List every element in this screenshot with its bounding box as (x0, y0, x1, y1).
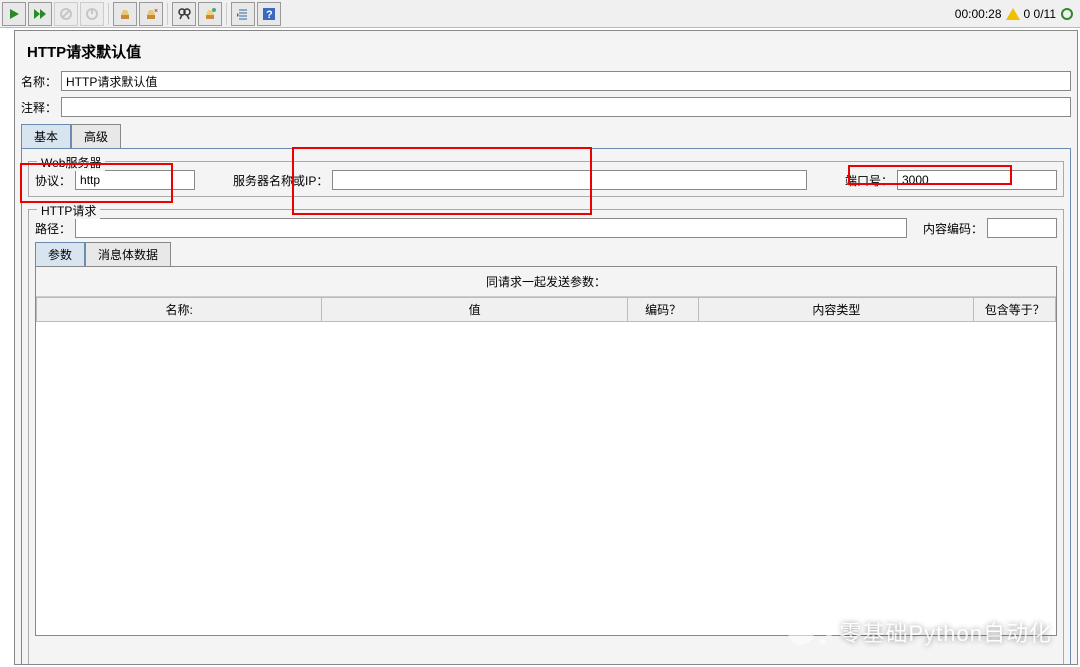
page-title: HTTP请求默认值 (15, 31, 1077, 68)
server-input[interactable] (332, 170, 807, 190)
encoding-input[interactable] (987, 218, 1057, 238)
web-server-legend: Web服务器 (37, 154, 105, 171)
svg-text:?: ? (266, 9, 273, 21)
run-loop-button[interactable] (28, 2, 52, 26)
col-encode[interactable]: 编码？ (628, 298, 699, 322)
thread-count: 0 0/11 (1024, 7, 1056, 21)
toolbar-separator (108, 3, 109, 25)
col-value[interactable]: 值 (322, 298, 628, 322)
col-include-equals[interactable]: 包含等于？ (974, 298, 1056, 322)
protocol-input[interactable] (75, 170, 195, 190)
watermark-text: 零基础Python自动化 (840, 616, 1053, 648)
help-button[interactable]: ? (257, 2, 281, 26)
tab-advanced[interactable]: 高级 (71, 124, 121, 148)
svg-text:×: × (154, 8, 158, 15)
http-request-group: HTTP请求 路径： 内容编码： 参数 消息体数据 同请求一起发送参数： (28, 209, 1064, 665)
tab-body: Web服务器 协议： 服务器名称或IP： 端口号： HTTP请求 路径： 内容编… (21, 148, 1071, 665)
port-input[interactable] (897, 170, 1057, 190)
clear-button[interactable] (113, 2, 137, 26)
search-button[interactable] (172, 2, 196, 26)
name-input[interactable] (61, 71, 1071, 91)
clear-all-button[interactable]: × (139, 2, 163, 26)
sub-tab-params[interactable]: 参数 (35, 242, 85, 266)
function-button[interactable] (198, 2, 222, 26)
path-input[interactable] (75, 218, 907, 238)
params-table: 名称: 值 编码？ 内容类型 包含等于？ (36, 297, 1056, 322)
server-label: 服务器名称或IP： (233, 172, 328, 189)
params-panel: 同请求一起发送参数： 名称: 值 编码？ 内容类型 包含等于？ (35, 266, 1057, 636)
elapsed-time: 00:00:28 (955, 7, 1002, 21)
protocol-label: 协议： (35, 172, 71, 189)
watermark: 零基础Python自动化 (788, 611, 1053, 653)
run-button[interactable] (2, 2, 26, 26)
name-label: 名称： (21, 73, 57, 90)
col-name[interactable]: 名称: (37, 298, 322, 322)
comment-input[interactable] (61, 97, 1071, 117)
encoding-label: 内容编码： (923, 220, 983, 237)
table-header-row: 名称: 值 编码？ 内容类型 包含等于？ (37, 298, 1056, 322)
collapse-button[interactable] (231, 2, 255, 26)
port-label: 端口号： (845, 172, 893, 189)
warning-icon[interactable] (1006, 8, 1020, 20)
sub-tab-body[interactable]: 消息体数据 (85, 242, 171, 266)
tab-basic[interactable]: 基本 (21, 124, 71, 148)
col-content-type[interactable]: 内容类型 (699, 298, 974, 322)
gauge-icon (1060, 7, 1074, 21)
web-server-group: Web服务器 协议： 服务器名称或IP： 端口号： (28, 161, 1064, 197)
path-label: 路径： (35, 220, 71, 237)
params-caption: 同请求一起发送参数： (36, 267, 1056, 297)
wechat-icon (788, 611, 830, 653)
comment-label: 注释： (21, 99, 57, 116)
toolbar-separator (167, 3, 168, 25)
http-request-legend: HTTP请求 (37, 202, 100, 219)
stop-button[interactable] (54, 2, 78, 26)
toolbar-separator (226, 3, 227, 25)
shutdown-button[interactable] (80, 2, 104, 26)
toolbar: × ? 00:00:28 0 0/11 (0, 0, 1080, 28)
main-panel: HTTP请求默认值 名称： 注释： 基本 高级 Web服务器 协议： 服务器名称… (14, 30, 1078, 665)
toolbar-status: 00:00:28 0 0/11 (955, 7, 1078, 21)
